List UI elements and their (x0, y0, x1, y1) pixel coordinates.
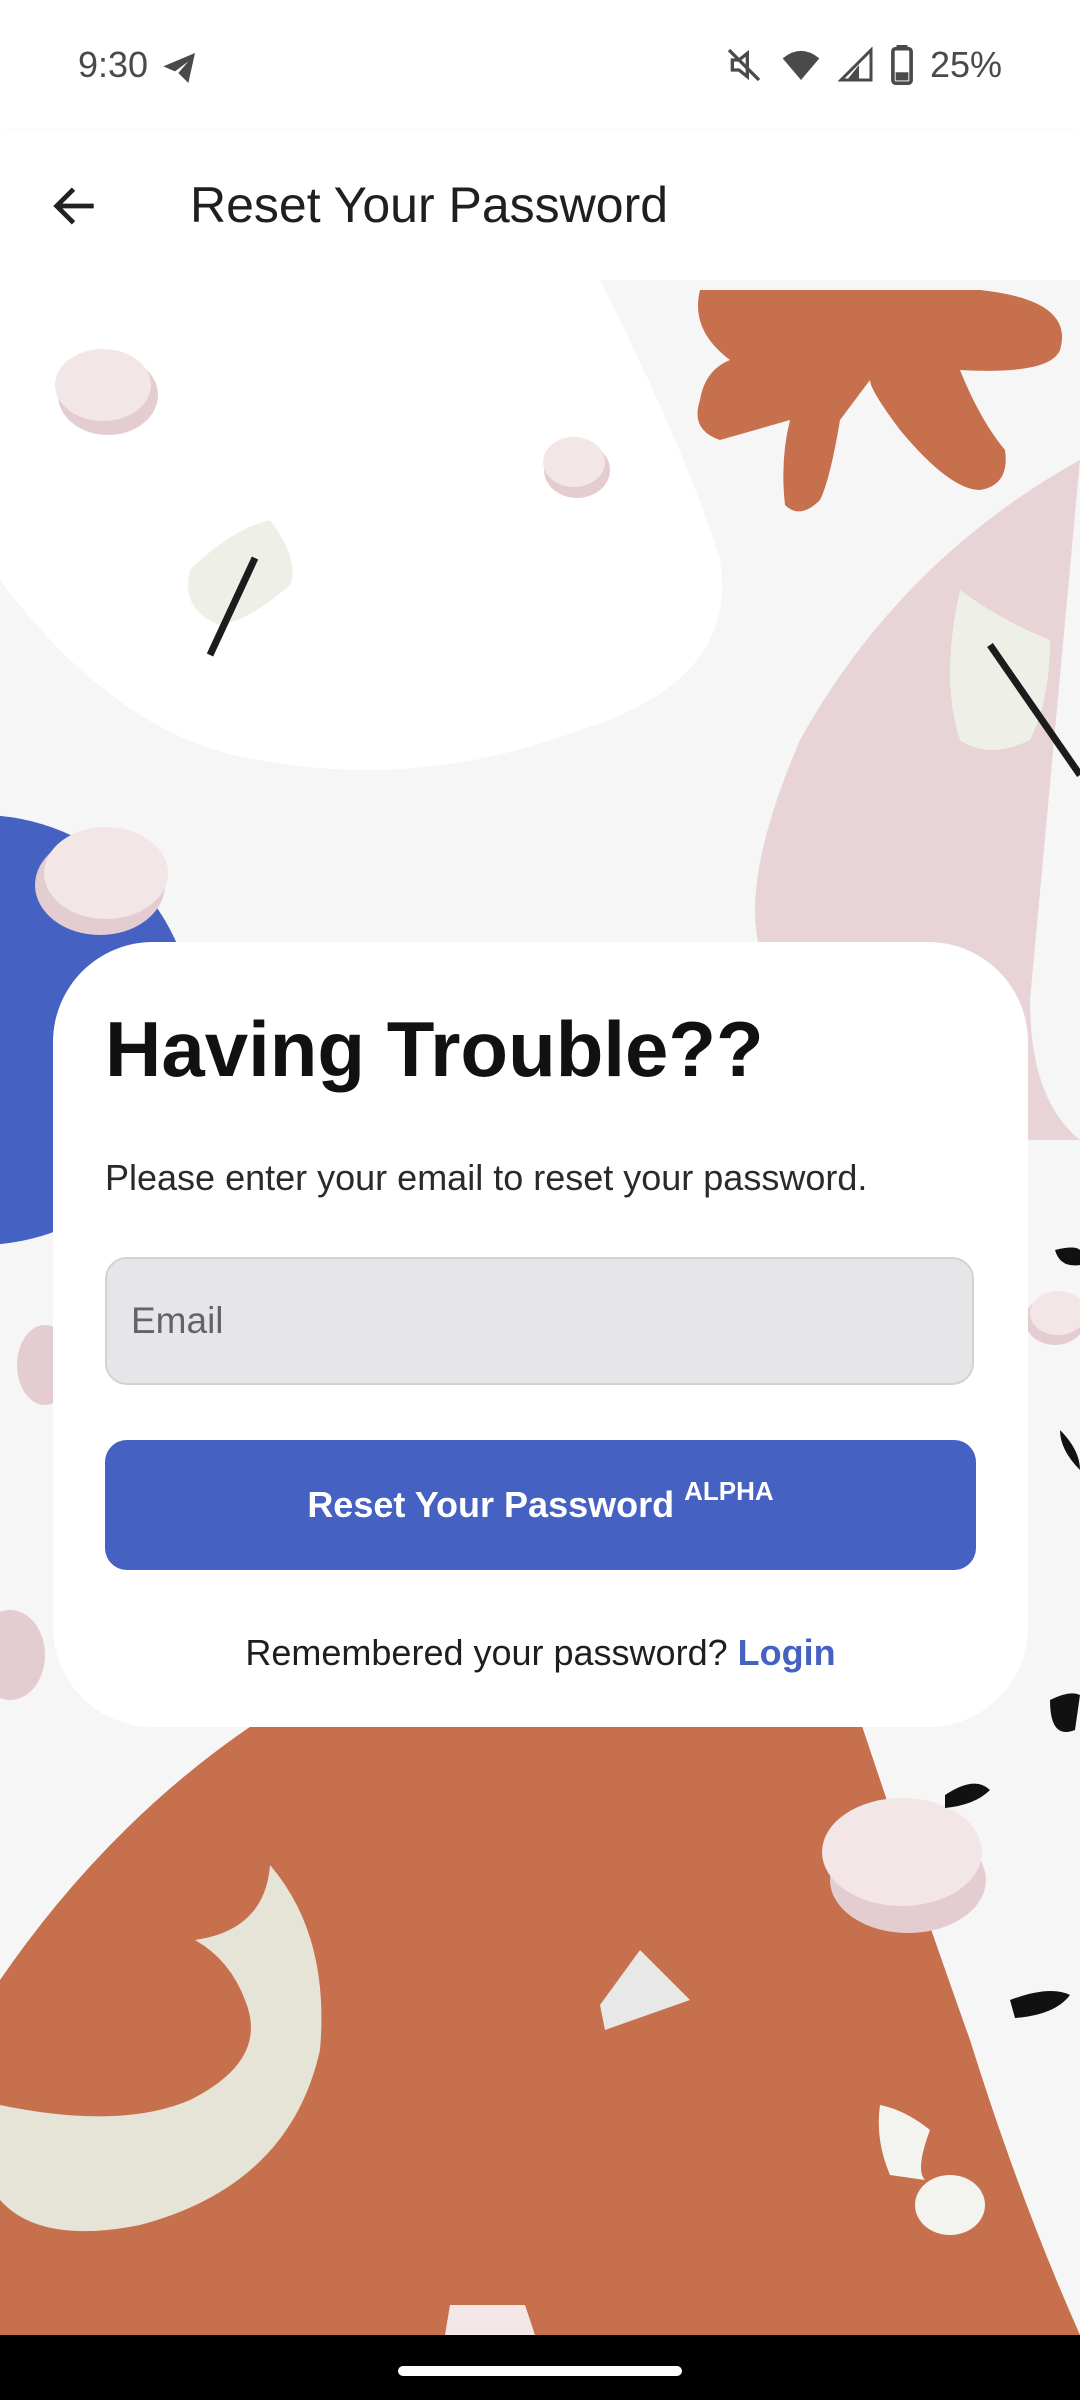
status-icons: 25% (724, 44, 1002, 86)
wifi-icon (782, 50, 820, 80)
reset-password-button[interactable]: Reset Your Password ALPHA (105, 1440, 976, 1570)
login-link[interactable]: Login (738, 1632, 836, 1673)
reset-button-label: Reset Your Password (307, 1484, 675, 1525)
card-title: Having Trouble?? (105, 1005, 764, 1093)
login-row: Remembered your password? Login (53, 1632, 1028, 1674)
arrow-back-icon (53, 187, 94, 225)
battery-icon (891, 45, 913, 85)
back-button[interactable] (38, 170, 110, 242)
alpha-badge: ALPHA (684, 1475, 774, 1506)
home-gesture-handle[interactable] (398, 2366, 682, 2376)
app-bar: Reset Your Password (0, 130, 1080, 280)
page-title: Reset Your Password (190, 177, 669, 233)
signal-icon (837, 46, 873, 82)
mute-icon (727, 48, 761, 82)
card-subtitle: Please enter your email to reset your pa… (105, 1157, 868, 1198)
email-field[interactable] (105, 1257, 974, 1385)
telegram-icon (163, 53, 195, 83)
battery-percent: 25% (929, 44, 1002, 85)
reset-password-card: Having Trouble?? Please enter your email… (53, 942, 1028, 1727)
status-time: 9:30 (78, 44, 149, 85)
status-bar: 9:30 25% (0, 0, 1080, 130)
login-prompt: Remembered your password? (245, 1632, 728, 1673)
